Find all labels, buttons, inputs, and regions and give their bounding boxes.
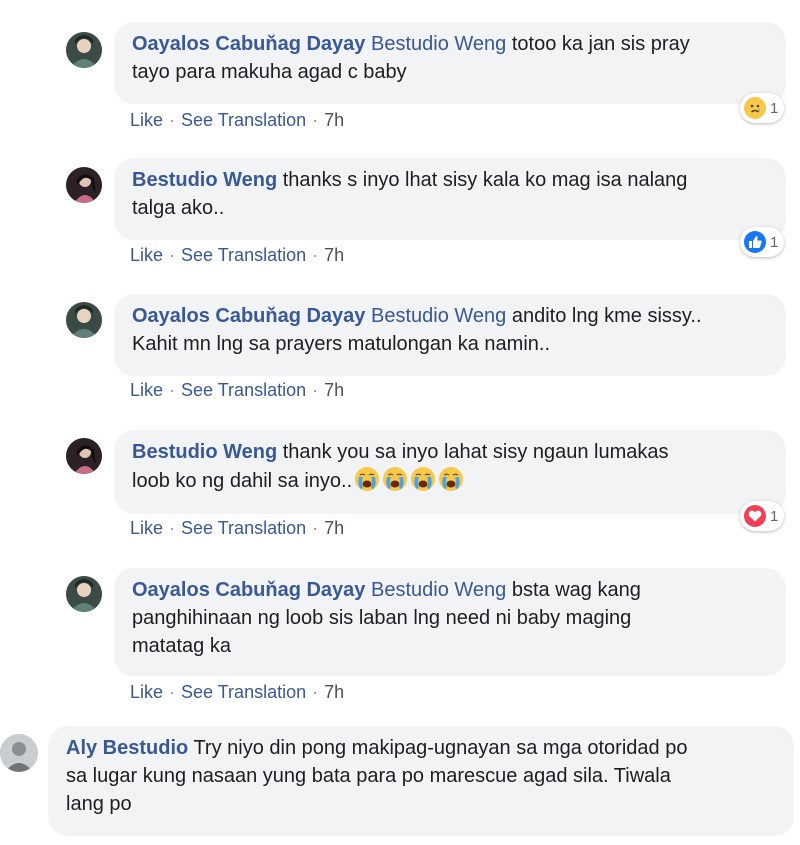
like-link[interactable]: Like [130,380,163,400]
comment-author[interactable]: Oayalos Cabuňag Dayay [132,305,365,327]
comment-bubble: Aly Bestudio Try niyo din pong makipag-u… [48,726,794,836]
comment-text: lang po [66,793,132,815]
separator: · [169,110,176,130]
comment-bubble: Oayalos Cabuňag Dayay Bestudio Weng andi… [114,294,786,376]
comment-bubble: Oayalos Cabuňag Dayay Bestudio Weng bsta… [114,568,786,676]
comment-text: totoo ka jan sis pray [506,33,690,55]
crying-face-icon [355,467,380,491]
comment-text: sa lugar kung nasaan yung bata para po m… [66,765,671,787]
separator: · [312,110,319,130]
comment-author[interactable]: Bestudio Weng [132,441,277,463]
thumbs-up-icon [744,231,766,253]
reaction-count: 1 [770,233,779,251]
comment-author[interactable]: Oayalos Cabuňag Dayay [132,33,365,55]
comment-author[interactable]: Aly Bestudio [66,737,188,759]
comment-text: matatag ka [132,635,231,657]
crying-face-icon [383,467,408,491]
comment-bubble: Bestudio Weng thanks s inyo lhat sisy ka… [114,158,786,240]
avatar[interactable] [0,734,38,772]
emoji-row [352,467,464,492]
comment-actions: Like · See Translation · 7h [130,245,344,266]
separator: · [312,245,319,265]
comment-bubble: Oayalos Cabuňag Dayay Bestudio Weng toto… [114,22,786,104]
comment-actions: Like · See Translation · 7h [130,518,344,539]
see-translation-link[interactable]: See Translation [181,245,306,265]
reaction-badge[interactable]: 1 [740,501,785,531]
separator: · [169,380,176,400]
avatar[interactable] [66,167,102,203]
timestamp[interactable]: 7h [324,380,344,400]
comment-author[interactable]: Oayalos Cabuňag Dayay [132,579,365,601]
comment-bubble: Bestudio Weng thank you sa inyo lahat si… [114,430,786,514]
reaction-badge[interactable]: 1 [740,227,785,257]
separator: · [169,518,176,538]
separator: · [312,518,319,538]
comment-text: andito lng kme sissy.. [506,305,702,327]
like-link[interactable]: Like [130,518,163,538]
comment-actions: Like · See Translation · 7h [130,682,344,703]
reaction-count: 1 [770,507,779,525]
comment-text: panghihinaan ng loob sis laban lng need … [132,607,632,629]
comment-text: loob ko ng dahil sa inyo.. [132,470,353,492]
timestamp[interactable]: 7h [324,518,344,538]
comment-text: tayo para makuha agad c baby [132,61,407,83]
avatar[interactable] [66,32,102,68]
comment-text: thanks s inyo lhat sisy kala ko mag isa … [277,169,688,191]
comment-text: talga ako.. [132,197,225,219]
like-link[interactable]: Like [130,245,163,265]
reaction-badge[interactable]: 1 [740,93,785,123]
crying-face-icon [439,467,464,491]
like-link[interactable]: Like [130,110,163,130]
comment-mention[interactable]: Bestudio Weng [371,305,506,327]
comment-text: thank you sa inyo lahat sisy ngaun lumak… [277,441,669,463]
see-translation-link[interactable]: See Translation [181,682,306,702]
comment-text: Kahit mn lng sa prayers matulongan ka na… [132,333,550,355]
comment-mention[interactable]: Bestudio Weng [371,579,506,601]
timestamp[interactable]: 7h [324,110,344,130]
timestamp[interactable]: 7h [324,245,344,265]
avatar[interactable] [66,302,102,338]
reaction-count: 1 [770,99,779,117]
separator: · [312,380,319,400]
comment-text: bsta wag kang [506,579,641,601]
comment-actions: Like · See Translation · 7h [130,110,344,131]
avatar[interactable] [66,576,102,612]
crying-face-icon [411,467,436,491]
comment-actions: Like · See Translation · 7h [130,380,344,401]
avatar[interactable] [66,438,102,474]
see-translation-link[interactable]: See Translation [181,380,306,400]
see-translation-link[interactable]: See Translation [181,518,306,538]
heart-icon [744,505,766,527]
timestamp[interactable]: 7h [324,682,344,702]
sad-icon [744,97,766,119]
comment-author[interactable]: Bestudio Weng [132,169,277,191]
see-translation-link[interactable]: See Translation [181,110,306,130]
separator: · [312,682,319,702]
separator: · [169,245,176,265]
comment-mention[interactable]: Bestudio Weng [371,33,506,55]
like-link[interactable]: Like [130,682,163,702]
comment-text: Try niyo din pong makipag-ugnayan sa mga… [188,737,688,759]
separator: · [169,682,176,702]
